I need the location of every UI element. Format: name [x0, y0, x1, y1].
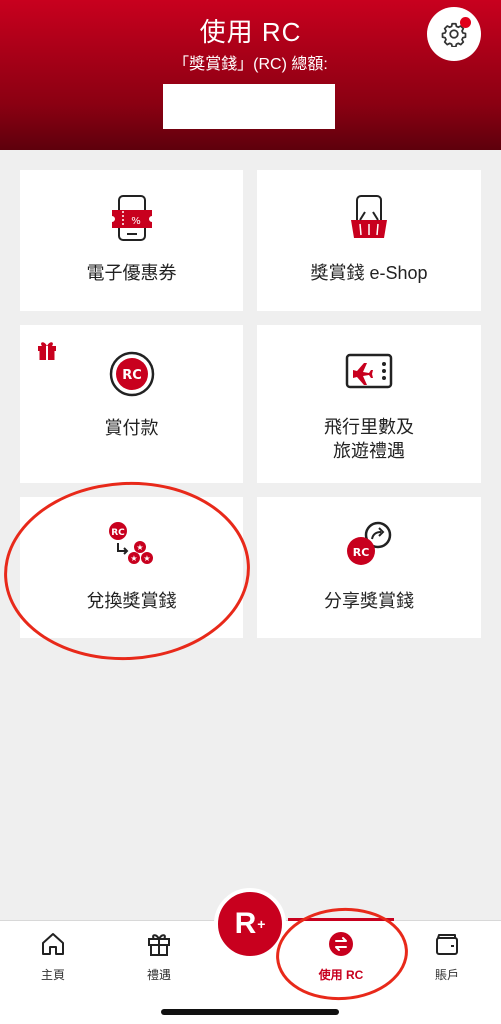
- tile-eshop[interactable]: 獎賞錢 e-Shop: [257, 170, 481, 311]
- home-indicator: [161, 1009, 339, 1015]
- svg-text:%: %: [131, 216, 141, 227]
- r-plus-button[interactable]: R +: [214, 888, 286, 960]
- tile-label: 電子優惠券: [86, 263, 177, 283]
- airplane-ticket-icon: [257, 353, 481, 389]
- rc-coin-icon: RC: [20, 351, 243, 397]
- notification-dot: [460, 17, 471, 28]
- tile-label: 分享獎賞錢: [324, 591, 414, 611]
- tile-label-line1: 飛行里數及: [324, 417, 414, 437]
- tab-offers[interactable]: 禮遇: [119, 931, 199, 983]
- phone-coupon-icon: %: [20, 194, 243, 242]
- header: 使用 RC 「獎賞錢」(RC) 總額:: [0, 0, 501, 150]
- tile-label-line2: 旅遊禮遇: [333, 441, 405, 461]
- tab-label: 主頁: [40, 968, 65, 982]
- tile-label: 獎賞錢 e-Shop: [310, 263, 428, 283]
- tile-label: 賞付款: [104, 418, 159, 438]
- phone-shopping-basket-icon: [257, 194, 481, 242]
- tab-label: 禮遇: [146, 968, 171, 982]
- fab-label: R: [234, 907, 257, 940]
- tile-rc-payment[interactable]: RC 賞付款: [20, 325, 243, 483]
- fab-plus: +: [257, 916, 266, 932]
- tab-account[interactable]: 賬戶: [407, 931, 487, 983]
- page-title: 使用 RC: [199, 17, 302, 47]
- rc-total-label: 「獎賞錢」(RC) 總額:: [173, 56, 328, 73]
- svg-text:RC: RC: [353, 546, 370, 559]
- tile-flights-travel[interactable]: 飛行里數及 旅遊禮遇: [257, 325, 481, 483]
- svg-text:RC: RC: [122, 368, 142, 383]
- home-icon: [42, 933, 64, 955]
- rc-share-icon: RC: [257, 521, 481, 567]
- tab-label: 賬戶: [434, 968, 459, 982]
- rc-balance-value: [163, 84, 335, 129]
- tab-home[interactable]: 主頁: [13, 931, 93, 983]
- tile-e-coupon[interactable]: % 電子優惠券: [20, 170, 243, 311]
- settings-button[interactable]: [427, 7, 481, 61]
- tile-share-rc[interactable]: RC 分享獎賞錢: [257, 497, 481, 638]
- wallet-icon: [436, 934, 458, 955]
- gift-icon: [148, 934, 170, 956]
- tile-label: 飛行里數及 旅遊禮遇: [257, 415, 481, 463]
